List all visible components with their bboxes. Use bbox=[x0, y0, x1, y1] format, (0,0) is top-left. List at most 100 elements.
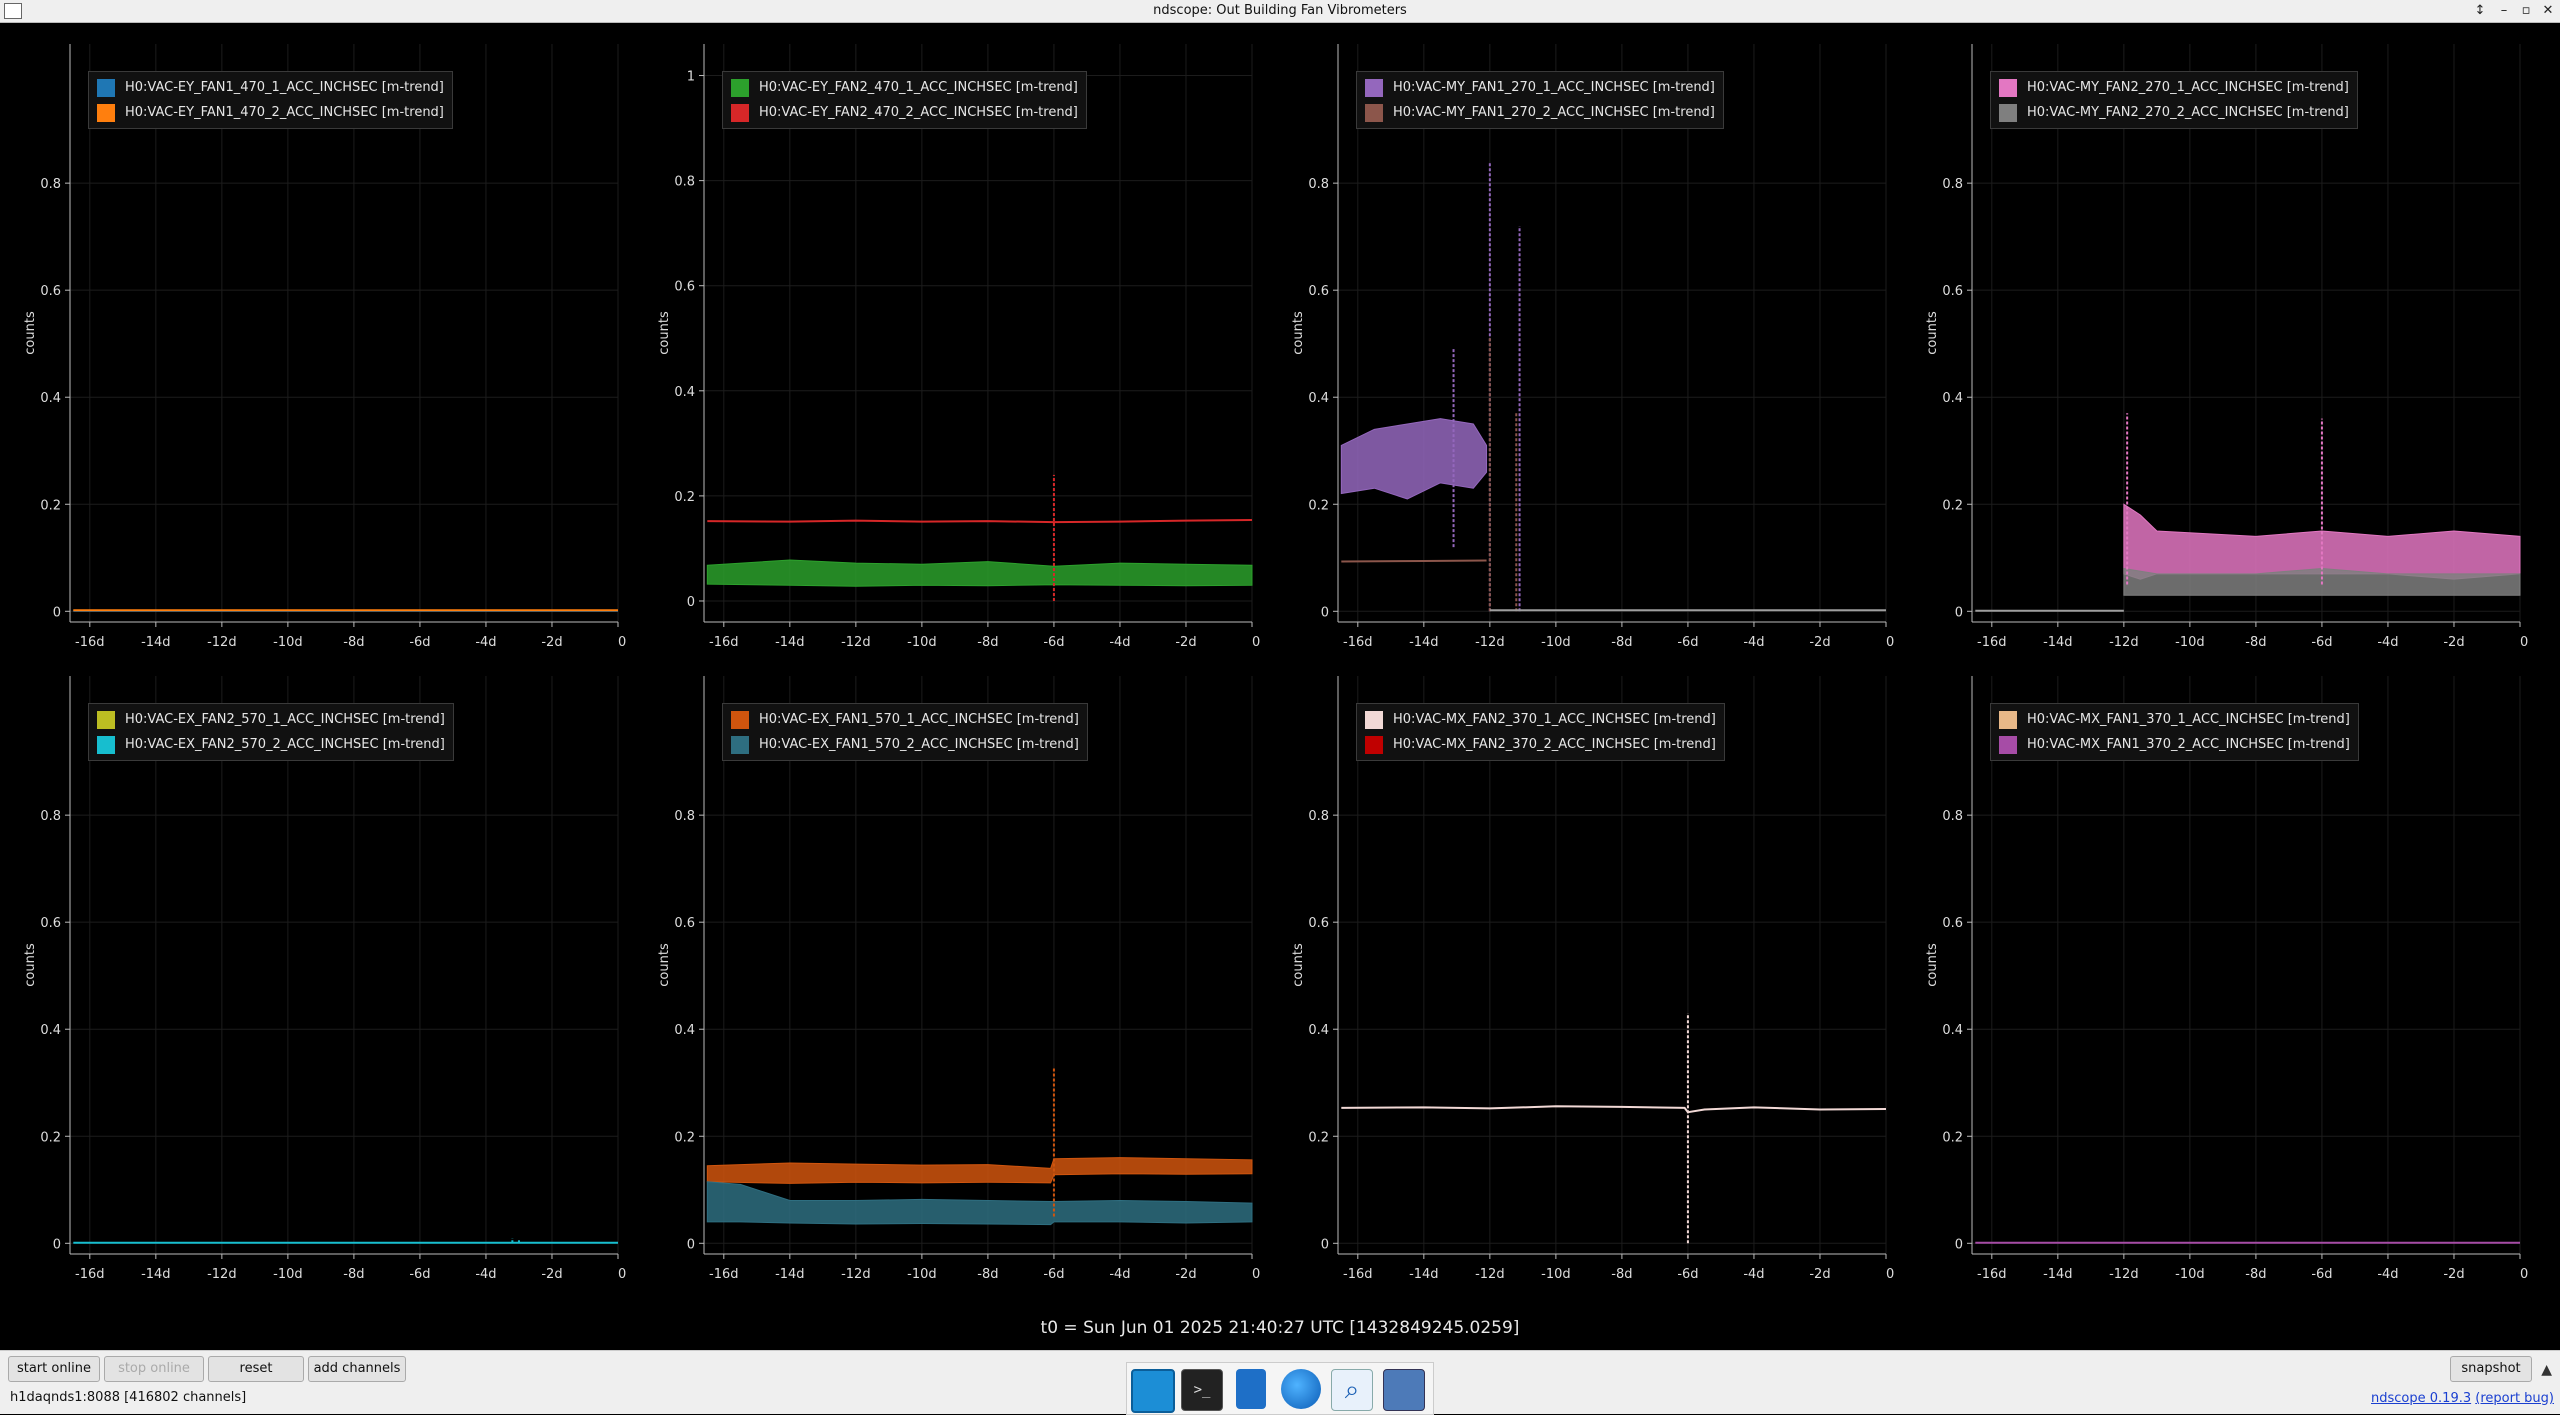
grid bbox=[70, 44, 619, 622]
x-tick-label: -2d bbox=[541, 635, 562, 650]
plot-canvas[interactable]: 0 0.2 0.4 0.6 0.8 -16d -14d -12d -10d -8d -6d -4d -2… bbox=[1278, 668, 1912, 1298]
terminal-icon[interactable]: >_ bbox=[1181, 1369, 1223, 1411]
y-tick-label: 0 bbox=[1955, 1237, 1963, 1252]
plot-my-fan2[interactable]: 0 0.2 0.4 0.6 0.8 -16d -14d -12d -10d -8d -6d -4d -2… bbox=[1912, 36, 2546, 666]
plot-mx-fan2[interactable]: 0 0.2 0.4 0.6 0.8 -16d -14d -12d -10d -8d -6d -4d -2… bbox=[1278, 668, 1912, 1298]
legend-entry[interactable]: H0:VAC-EX_FAN2_570_1_ACC_INCHSEC [m-tren… bbox=[97, 707, 445, 732]
legend-entry[interactable]: H0:VAC-MX_FAN2_370_2_ACC_INCHSEC [m-tren… bbox=[1365, 732, 1716, 757]
version-info[interactable]: ndscope 0.19.3 (report bug) bbox=[2371, 1391, 2554, 1406]
x-tick-label: -12d bbox=[207, 635, 237, 650]
plot-canvas[interactable]: 0 0.2 0.4 0.6 0.8 -16d -14d -12d -10d -8d -6d -4d -2… bbox=[1912, 36, 2546, 666]
text-editor-icon[interactable] bbox=[1236, 1369, 1266, 1409]
reset-button[interactable]: reset bbox=[208, 1356, 304, 1382]
legend-entry[interactable]: H0:VAC-EY_FAN1_470_1_ACC_INCHSEC [m-tren… bbox=[97, 75, 444, 100]
y-tick-label: 0.6 bbox=[1308, 284, 1329, 299]
x-tick-label: -12d bbox=[2109, 635, 2139, 650]
x-tick-label: -14d bbox=[775, 1267, 805, 1282]
legend-swatch bbox=[1365, 78, 1383, 97]
x-tick-label: -8d bbox=[2245, 635, 2266, 650]
y-tick-label: 0.8 bbox=[1942, 809, 1963, 824]
plot-canvas[interactable]: 0 0.2 0.4 0.6 0.8 -16d -14d -12d -10d -8d -6d -4d -2… bbox=[1278, 36, 1912, 666]
y-axis-label: counts bbox=[23, 311, 38, 355]
legend-entry[interactable]: H0:VAC-MX_FAN2_370_1_ACC_INCHSEC [m-tren… bbox=[1365, 707, 1716, 732]
x-tick-label: -6d bbox=[2311, 635, 2332, 650]
series-line bbox=[1341, 559, 1487, 563]
search-icon[interactable]: ⌕ bbox=[1331, 1369, 1373, 1411]
legend-swatch bbox=[1365, 710, 1383, 729]
version-link[interactable]: ndscope 0.19.3 bbox=[2371, 1391, 2471, 1406]
legend-entry[interactable]: H0:VAC-EX_FAN2_570_2_ACC_INCHSEC [m-tren… bbox=[97, 732, 445, 757]
start-online-button[interactable]: start online bbox=[8, 1356, 100, 1382]
snapshot-button[interactable]: snapshot bbox=[2450, 1356, 2532, 1382]
browser-icon[interactable] bbox=[1281, 1369, 1321, 1409]
legend-label: H0:VAC-EY_FAN1_470_2_ACC_INCHSEC [m-tren… bbox=[125, 105, 444, 120]
y-tick-label: 0.6 bbox=[1942, 916, 1963, 931]
desktop-icon[interactable] bbox=[1131, 1369, 1175, 1413]
y-tick-label: 0 bbox=[687, 595, 695, 610]
x-tick-label: -6d bbox=[1677, 635, 1698, 650]
legend-entry[interactable]: H0:VAC-MY_FAN2_270_2_ACC_INCHSEC [m-tren… bbox=[1999, 100, 2349, 125]
minimize-button[interactable]: – bbox=[2494, 1, 2514, 21]
legend-entry[interactable]: H0:VAC-EX_FAN1_570_1_ACC_INCHSEC [m-tren… bbox=[731, 707, 1079, 732]
y-tick-label: 0.8 bbox=[40, 809, 61, 824]
plot-mx-fan1[interactable]: 0 0.2 0.4 0.6 0.8 -16d -14d -12d -10d -8d -6d -4d -2… bbox=[1912, 668, 2546, 1298]
x-tick-label: -16d bbox=[1977, 635, 2007, 650]
legend-label: H0:VAC-MX_FAN2_370_1_ACC_INCHSEC [m-tren… bbox=[1393, 712, 1716, 727]
plot-ex-fan2[interactable]: 0 0.2 0.4 0.6 0.8 -16d -14d -12d -10d -8d -6d -4d -2… bbox=[10, 668, 644, 1298]
y-tick-label: 0.6 bbox=[1942, 284, 1963, 299]
legend-entry[interactable]: H0:VAC-MY_FAN1_270_2_ACC_INCHSEC [m-tren… bbox=[1365, 100, 1715, 125]
legend-swatch bbox=[1999, 103, 2017, 122]
legend-entry[interactable]: H0:VAC-MX_FAN1_370_2_ACC_INCHSEC [m-tren… bbox=[1999, 732, 2350, 757]
x-tick-label: -4d bbox=[475, 1267, 496, 1282]
plot-canvas[interactable]: 0 0.2 0.4 0.6 0.8 -16d -14d -12d -10d -8d -6d -4d -2… bbox=[644, 668, 1278, 1298]
legend-entry[interactable]: H0:VAC-MX_FAN1_370_1_ACC_INCHSEC [m-tren… bbox=[1999, 707, 2350, 732]
x-tick-label: -14d bbox=[141, 1267, 171, 1282]
y-tick-label: 0.2 bbox=[674, 1130, 695, 1145]
legend-entry[interactable]: H0:VAC-EY_FAN2_470_2_ACC_INCHSEC [m-tren… bbox=[731, 100, 1078, 125]
y-tick-label: 0.4 bbox=[1942, 391, 1963, 406]
x-tick-label: -14d bbox=[775, 635, 805, 650]
close-button[interactable]: ✕ bbox=[2538, 1, 2558, 21]
x-tick-label: -8d bbox=[1611, 1267, 1632, 1282]
grid bbox=[1972, 676, 2521, 1254]
stop-online-button[interactable]: stop online bbox=[104, 1356, 204, 1382]
keep-above-button[interactable]: ↕ bbox=[2470, 1, 2490, 21]
folder-icon[interactable] bbox=[1383, 1369, 1425, 1411]
taskbar: >_ ⌕ bbox=[1126, 1362, 1434, 1415]
x-tick-label: -4d bbox=[1109, 635, 1130, 650]
window-title: ndscope: Out Building Fan Vibrometers bbox=[1153, 3, 1407, 18]
legend-entry[interactable]: H0:VAC-MY_FAN2_270_1_ACC_INCHSEC [m-tren… bbox=[1999, 75, 2349, 100]
x-tick-label: 0 bbox=[1886, 635, 1894, 650]
plot-canvas[interactable]: 0 0.2 0.4 0.6 0.8 -16d -14d -12d -10d -8d -6d -4d -2… bbox=[10, 668, 644, 1298]
plot-ex-fan1[interactable]: 0 0.2 0.4 0.6 0.8 -16d -14d -12d -10d -8d -6d -4d -2… bbox=[644, 668, 1278, 1298]
maximize-button[interactable]: ▫ bbox=[2516, 1, 2536, 21]
legend-label: H0:VAC-MY_FAN2_270_1_ACC_INCHSEC [m-tren… bbox=[2027, 80, 2349, 95]
legend-entry[interactable]: H0:VAC-MY_FAN1_270_1_ACC_INCHSEC [m-tren… bbox=[1365, 75, 1715, 100]
x-tick-label: -4d bbox=[1743, 1267, 1764, 1282]
report-bug-link[interactable]: (report bug) bbox=[2475, 1391, 2554, 1406]
legend-label: H0:VAC-EY_FAN2_470_1_ACC_INCHSEC [m-tren… bbox=[759, 80, 1078, 95]
x-tick-label: -12d bbox=[207, 1267, 237, 1282]
legend: H0:VAC-MY_FAN2_270_1_ACC_INCHSEC [m-tren… bbox=[1990, 71, 2358, 129]
legend-entry[interactable]: H0:VAC-EX_FAN1_570_2_ACC_INCHSEC [m-tren… bbox=[731, 732, 1079, 757]
x-tick-label: -2d bbox=[1809, 635, 1830, 650]
x-tick-label: -16d bbox=[1977, 1267, 2007, 1282]
connection-status: h1daqnds1:8088 [416802 channels] bbox=[10, 1390, 247, 1405]
plot-my-fan1[interactable]: 0 0.2 0.4 0.6 0.8 -16d -14d -12d -10d -8d -6d -4d -2… bbox=[1278, 36, 1912, 666]
legend-swatch bbox=[731, 735, 749, 754]
y-axis-label: counts bbox=[23, 943, 38, 987]
legend-entry[interactable]: H0:VAC-EY_FAN2_470_1_ACC_INCHSEC [m-tren… bbox=[731, 75, 1078, 100]
collapse-arrow-icon[interactable]: ▲ bbox=[2541, 1362, 2552, 1378]
x-tick-label: -4d bbox=[475, 635, 496, 650]
x-tick-label: 0 bbox=[1252, 1267, 1260, 1282]
x-tick-label: -16d bbox=[75, 1267, 105, 1282]
plot-canvas[interactable]: 0 0.2 0.4 0.6 0.8 -16d -14d -12d -10d -8d -6d -4d -2… bbox=[1912, 668, 2546, 1298]
y-tick-label: 0.4 bbox=[40, 1023, 61, 1038]
plot-ey-fan2[interactable]: 0 0.2 0.4 0.6 0.8 1 -16d -14d -12d -10d -8d -6d -4d -… bbox=[644, 36, 1278, 666]
add-channels-button[interactable]: add channels bbox=[308, 1356, 406, 1382]
legend-entry[interactable]: H0:VAC-EY_FAN1_470_2_ACC_INCHSEC [m-tren… bbox=[97, 100, 444, 125]
x-tick-label: -12d bbox=[841, 1267, 871, 1282]
plot-ey-fan1[interactable]: 0 0.2 0.4 0.6 0.8 -16d -14d -12d -10d -8d -6d -4d -2… bbox=[10, 36, 644, 666]
plot-canvas[interactable]: 0 0.2 0.4 0.6 0.8 1 -16d -14d -12d -10d -8d -6d -4d -… bbox=[644, 36, 1278, 666]
plot-canvas[interactable]: 0 0.2 0.4 0.6 0.8 -16d -14d -12d -10d -8d -6d -4d -2… bbox=[10, 36, 644, 666]
